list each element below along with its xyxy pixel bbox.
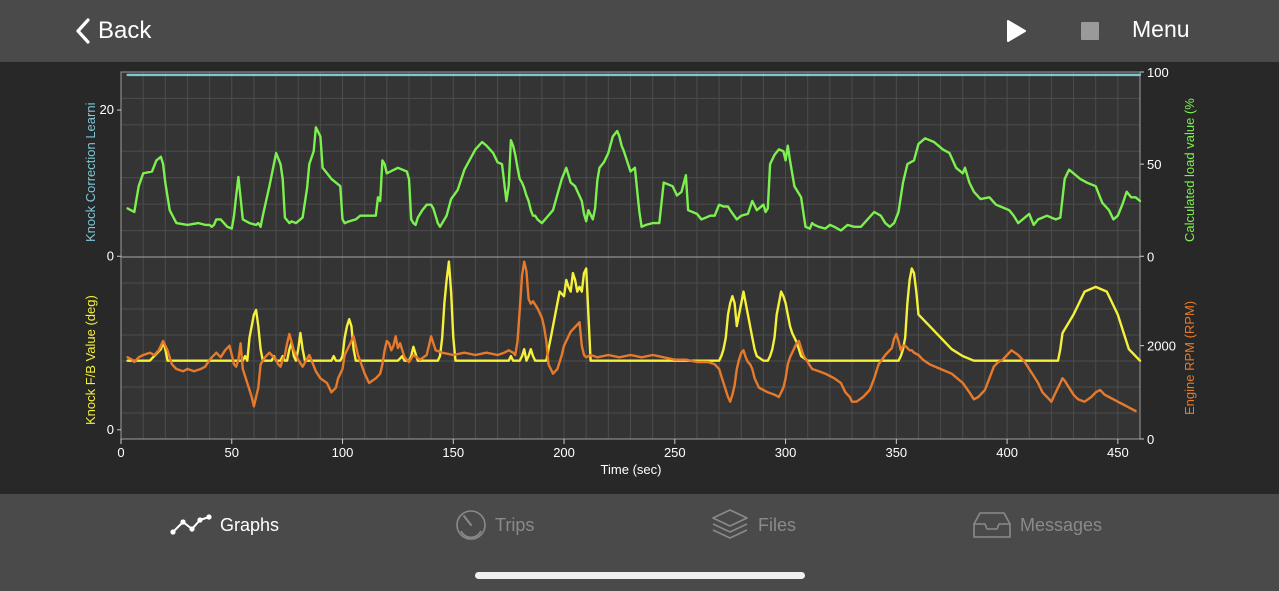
chevron-left-icon [76,18,90,44]
x-tick-label: 50 [225,445,239,460]
x-tick-label: 0 [117,445,124,460]
tab-trips[interactable]: Trips [455,508,534,542]
tab-trips-label: Trips [495,514,535,535]
right-tick-label: 0 [1147,249,1154,264]
x-tick-label: 350 [885,445,907,460]
x-tick-label: 450 [1107,445,1129,460]
lower-right-axis-label: Engine RPM (RPM) [1182,301,1197,415]
back-button-label: Back [98,17,152,44]
layers-icon [712,509,748,539]
left-tick-label: 0 [107,422,114,437]
x-tick-label: 250 [664,445,686,460]
x-tick-label: 300 [775,445,797,460]
x-tick-label: 150 [442,445,464,460]
gauge-icon [456,510,486,540]
upper-right-axis-label: Calculated load value (% [1182,98,1197,242]
graph-area[interactable]: 0 50 100 150 200 250 300 350 400 450 0 20 0 50 100 0 0 20… [0,62,1279,494]
home-indicator[interactable] [475,572,805,579]
x-tick-label: 400 [996,445,1018,460]
inbox-icon [973,512,1011,538]
menu-button[interactable]: Menu [1132,16,1190,43]
graph-chart[interactable]: 0 50 100 150 200 250 300 350 400 4500200501000020… [0,62,1279,494]
right-tick-label: 50 [1147,157,1161,172]
right-tick-label: 0 [1147,432,1154,447]
left-tick-label: 20 [100,102,114,117]
graph-icon [170,514,212,535]
back-button[interactable]: Back [74,14,151,48]
play-icon[interactable] [1003,18,1029,44]
tab-messages-label: Messages [1020,514,1103,535]
tab-files[interactable]: Files [710,508,796,542]
left-tick-label: 0 [107,248,114,263]
lower-left-axis-label: Knock F/B Value (deg) [83,295,98,425]
x-tick-label: 100 [332,445,354,460]
tab-graphs-label: Graphs [220,514,280,535]
right-tick-label: 100 [1147,65,1169,80]
right-tick-label: 2000 [1147,339,1176,354]
stop-icon[interactable] [1079,20,1101,42]
tab-files-label: Files [758,514,797,535]
x-axis-label: Time (sec) [601,462,662,477]
tab-messages[interactable]: Messages [972,508,1102,542]
x-tick-label: 200 [553,445,575,460]
upper-left-axis-label: Knock Correction Learni [83,102,98,242]
tab-graphs[interactable]: Graphs [170,508,279,542]
top-navigation-bar: Back Menu [0,0,1279,62]
